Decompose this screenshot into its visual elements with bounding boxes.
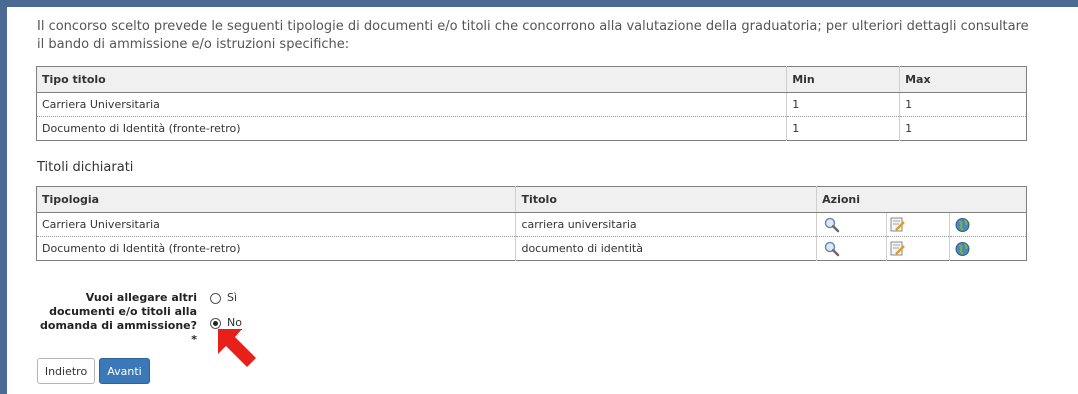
cell-titolo: carriera universitaria bbox=[515, 212, 817, 237]
column-header-titolo: Titolo bbox=[515, 186, 817, 213]
radio-option-si[interactable]: Sì bbox=[210, 291, 237, 305]
globe-icon[interactable] bbox=[954, 241, 972, 257]
cell-tipologia: Documento di Identità (fronte-retro) bbox=[42, 242, 241, 255]
column-header-tipologia: Tipologia bbox=[36, 186, 516, 213]
magnifier-icon[interactable] bbox=[823, 241, 841, 257]
column-header-max: Max bbox=[899, 66, 1027, 93]
cell-tipo: Documento di Identità (fronte-retro) bbox=[42, 122, 241, 135]
table-row: Documento di Identità (fronte-retro) doc… bbox=[37, 236, 1027, 261]
edit-action[interactable] bbox=[886, 236, 950, 261]
table-row: Carriera Universitaria 1 1 bbox=[36, 92, 1027, 117]
cell-min: 1 bbox=[786, 116, 900, 141]
view-action[interactable] bbox=[816, 236, 887, 261]
table-header-row: Tipologia Titolo Azioni bbox=[36, 186, 1027, 213]
attach-more-question: Vuoi allegare altri documenti e/o titoli… bbox=[40, 291, 197, 346]
cell-min: 1 bbox=[786, 92, 900, 117]
magnifier-icon[interactable] bbox=[823, 217, 841, 233]
table-row: Carriera Universitaria carriera universi… bbox=[36, 212, 1027, 237]
view-action[interactable] bbox=[816, 212, 887, 237]
globe-icon[interactable] bbox=[954, 217, 972, 233]
back-button[interactable]: Indietro bbox=[37, 358, 95, 384]
required-titles-table: Tipo titolo Min Max Carriera Universitar… bbox=[36, 66, 1027, 141]
radio-si-label[interactable]: Sì bbox=[227, 291, 237, 305]
declared-titles-table: Tipologia Titolo Azioni Carriera Univers… bbox=[36, 186, 1027, 261]
left-frame-bar bbox=[0, 0, 7, 394]
edit-document-icon[interactable] bbox=[889, 217, 907, 233]
declared-titles-heading: Titoli dichiarati bbox=[37, 160, 134, 175]
cell-titolo: documento di identità bbox=[515, 236, 817, 261]
column-header-min: Min bbox=[786, 66, 900, 93]
radio-si[interactable] bbox=[210, 292, 221, 304]
cell-tipologia: Carriera Universitaria bbox=[36, 212, 516, 237]
cell-tipo: Carriera Universitaria bbox=[36, 92, 787, 117]
column-header-tipo: Tipo titolo bbox=[36, 66, 787, 93]
table-header-row: Tipo titolo Min Max bbox=[36, 66, 1027, 93]
red-pointer-arrow-icon bbox=[218, 329, 256, 367]
cell-max: 1 bbox=[899, 92, 1027, 117]
cell-max: 1 bbox=[899, 116, 1027, 141]
top-frame-bar bbox=[0, 0, 1078, 7]
edit-document-icon[interactable] bbox=[889, 241, 907, 257]
next-button[interactable]: Avanti bbox=[99, 358, 150, 384]
globe-action[interactable] bbox=[949, 236, 1027, 261]
intro-text: Il concorso scelto prevede le seguenti t… bbox=[37, 19, 1029, 52]
column-header-azioni: Azioni bbox=[816, 186, 1027, 213]
table-row: Documento di Identità (fronte-retro) 1 1 bbox=[37, 116, 1027, 141]
globe-action[interactable] bbox=[949, 212, 1027, 237]
edit-action[interactable] bbox=[886, 212, 950, 237]
